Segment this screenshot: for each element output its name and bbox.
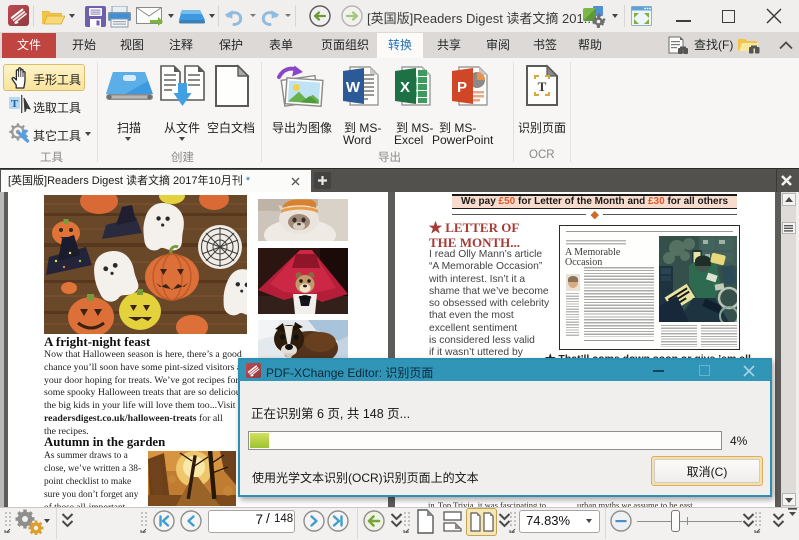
svg-text:W: W (346, 79, 361, 96)
svg-text:X: X (400, 79, 410, 96)
svg-text:T: T (538, 79, 547, 94)
svg-text:P: P (457, 79, 467, 96)
svg-text:T: T (11, 98, 19, 110)
